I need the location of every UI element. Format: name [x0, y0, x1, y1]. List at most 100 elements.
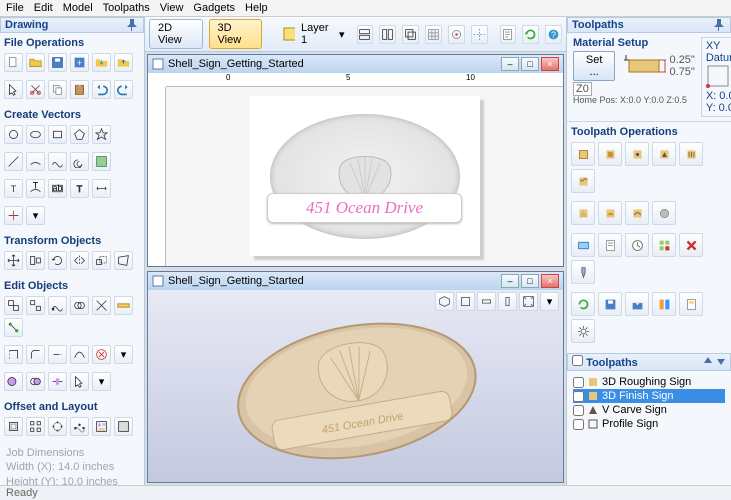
scale-icon[interactable] — [92, 251, 111, 270]
edit-drop-icon[interactable]: ▾ — [114, 345, 133, 364]
sphere-tp-icon[interactable] — [652, 201, 676, 225]
toolpath-item[interactable]: 3D Finish Sign — [573, 389, 725, 403]
rect-icon[interactable] — [48, 125, 67, 144]
weld-icon[interactable] — [70, 296, 89, 315]
text-edit-icon[interactable]: ab — [48, 179, 67, 198]
vec-check-icon[interactable] — [92, 345, 111, 364]
fit-curve-icon[interactable] — [70, 345, 89, 364]
drop-icon[interactable]: ▾ — [26, 206, 45, 225]
pocket-tp-icon[interactable] — [598, 142, 622, 166]
export-tp-icon[interactable] — [625, 292, 649, 316]
measure-icon[interactable] — [114, 296, 133, 315]
menu-toolpaths[interactable]: Toolpaths — [103, 2, 150, 14]
top-view-icon[interactable] — [456, 292, 475, 311]
layer-drop-arrow-icon[interactable]: ▾ — [339, 28, 345, 41]
ungroup-icon[interactable] — [26, 296, 45, 315]
extend-icon[interactable] — [48, 345, 67, 364]
spiral-icon[interactable] — [70, 152, 89, 171]
canvas-3d[interactable]: 451 Ocean Drive ▾ — [148, 290, 563, 483]
move-down-icon[interactable] — [716, 356, 726, 366]
save-file-icon[interactable] — [48, 53, 67, 72]
zoom-fit-icon[interactable] — [519, 292, 538, 311]
layer-dropdown[interactable]: Layer 1 — [301, 22, 333, 46]
pin-icon[interactable] — [714, 19, 726, 31]
text-icon[interactable]: T — [4, 179, 23, 198]
drill-tp-icon[interactable] — [625, 142, 649, 166]
iso-view-icon[interactable] — [435, 292, 454, 311]
prism-tp-icon[interactable] — [571, 201, 595, 225]
snap-icon[interactable] — [448, 25, 465, 44]
export-icon[interactable] — [114, 53, 133, 72]
offset-icon[interactable] — [4, 417, 23, 436]
ellipse-icon[interactable] — [26, 125, 45, 144]
circ-array-icon[interactable] — [48, 417, 67, 436]
arc-icon[interactable] — [26, 152, 45, 171]
layer-icon[interactable] — [283, 27, 295, 41]
max-btn-icon[interactable]: □ — [521, 274, 539, 288]
paste-icon[interactable] — [70, 80, 89, 99]
save-tp-icon[interactable] — [598, 292, 622, 316]
tp-check[interactable] — [573, 405, 584, 416]
bool2-icon[interactable] — [26, 372, 45, 391]
finish3d-tp-icon[interactable] — [625, 201, 649, 225]
front-view-icon[interactable] — [498, 292, 517, 311]
text-outline-icon[interactable]: T — [70, 179, 89, 198]
fluting-tp-icon[interactable] — [679, 142, 703, 166]
group-icon[interactable] — [4, 296, 23, 315]
refresh-icon[interactable] — [522, 25, 539, 44]
tp-check[interactable] — [573, 391, 584, 402]
menu-gadgets[interactable]: Gadgets — [193, 2, 235, 14]
tile-v-icon[interactable] — [379, 25, 396, 44]
tp-check[interactable] — [573, 377, 584, 388]
select-icon[interactable] — [4, 80, 23, 99]
view-drop-icon[interactable]: ▾ — [540, 292, 559, 311]
align-icon[interactable] — [26, 251, 45, 270]
join-icon[interactable] — [4, 318, 23, 337]
bool3-icon[interactable] — [48, 372, 67, 391]
tab-2d-view[interactable]: 2D View — [149, 19, 203, 49]
nest-icon[interactable] — [92, 417, 111, 436]
menu-edit[interactable]: Edit — [34, 2, 53, 14]
close-btn-icon[interactable]: × — [541, 57, 559, 71]
tab-3d-view[interactable]: 3D View — [209, 19, 263, 49]
pick-icon[interactable] — [70, 372, 89, 391]
circle-icon[interactable] — [4, 125, 23, 144]
curve-icon[interactable] — [48, 152, 67, 171]
min-btn-icon[interactable]: – — [501, 57, 519, 71]
trim-icon[interactable] — [4, 206, 23, 225]
min-btn-icon[interactable]: – — [501, 274, 519, 288]
tp-check[interactable] — [573, 419, 584, 430]
import-icon[interactable] — [92, 53, 111, 72]
bool1-icon[interactable] — [4, 372, 23, 391]
help-icon[interactable]: ? — [545, 25, 562, 44]
recalc-tp-icon[interactable] — [571, 292, 595, 316]
copy-icon[interactable] — [48, 80, 67, 99]
side-view-icon[interactable] — [477, 292, 496, 311]
toolpaths-list-check-all[interactable] — [572, 355, 583, 366]
guide-icon[interactable] — [471, 25, 488, 44]
merge-tp-icon[interactable] — [652, 292, 676, 316]
open-file-icon[interactable] — [26, 53, 45, 72]
array-icon[interactable] — [26, 417, 45, 436]
new-file-icon[interactable] — [4, 53, 23, 72]
max-btn-icon[interactable]: □ — [521, 57, 539, 71]
star-icon[interactable] — [92, 125, 111, 144]
save-inc-icon[interactable]: + — [70, 53, 89, 72]
redo-icon[interactable] — [114, 80, 133, 99]
text-arc-icon[interactable]: T — [26, 179, 45, 198]
menu-help[interactable]: Help — [245, 2, 268, 14]
dim-icon[interactable] — [92, 179, 111, 198]
move-up-icon[interactable] — [703, 356, 713, 366]
polygon-icon[interactable] — [70, 125, 89, 144]
close-btn-icon[interactable]: × — [541, 274, 559, 288]
distort-icon[interactable] — [114, 251, 133, 270]
edit-drop2-icon[interactable]: ▾ — [92, 372, 111, 391]
trim2-icon[interactable] — [92, 296, 111, 315]
menu-view[interactable]: View — [160, 2, 184, 14]
toolpath-item[interactable]: 3D Roughing Sign — [573, 375, 725, 389]
close-vec-icon[interactable] — [4, 345, 23, 364]
menu-model[interactable]: Model — [63, 2, 93, 14]
time-tp-icon[interactable] — [625, 233, 649, 257]
vcarve-tp-icon[interactable] — [652, 142, 676, 166]
delete-tp-icon[interactable] — [679, 233, 703, 257]
